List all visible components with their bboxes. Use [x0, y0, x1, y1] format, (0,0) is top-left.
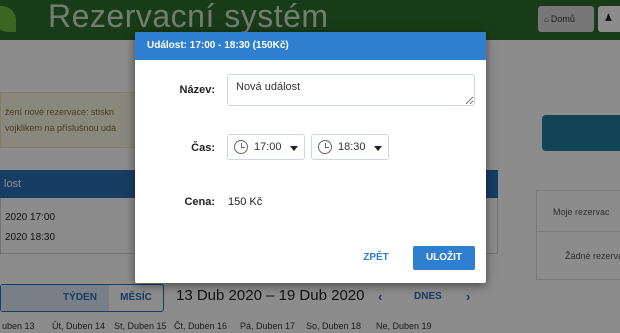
clock-icon [318, 140, 332, 154]
name-label: Název: [179, 84, 215, 96]
event-dialog: Událost: 17:00 - 18:30 (150Kč) Název: No… [135, 32, 486, 283]
time-label: Čas: [191, 142, 215, 154]
clock-icon [234, 140, 248, 154]
dialog-title: Událost: 17:00 - 18:30 (150Kč) [147, 40, 289, 51]
time-from-value: 17:00 [254, 141, 282, 153]
price-label: Cena: [184, 196, 215, 208]
chevron-down-icon [290, 146, 298, 151]
time-from-select[interactable]: 17:00 [227, 134, 305, 160]
price-value: 150 Kč [228, 196, 263, 208]
time-to-value: 18:30 [338, 141, 366, 153]
back-button[interactable]: ZPĚT [353, 246, 399, 270]
time-to-select[interactable]: 18:30 [311, 134, 389, 160]
event-name-input[interactable]: Nová událost [227, 74, 475, 106]
save-button[interactable]: ULOŽIT [413, 246, 475, 270]
chevron-down-icon [374, 146, 382, 151]
dialog-header: Událost: 17:00 - 18:30 (150Kč) [135, 32, 486, 60]
